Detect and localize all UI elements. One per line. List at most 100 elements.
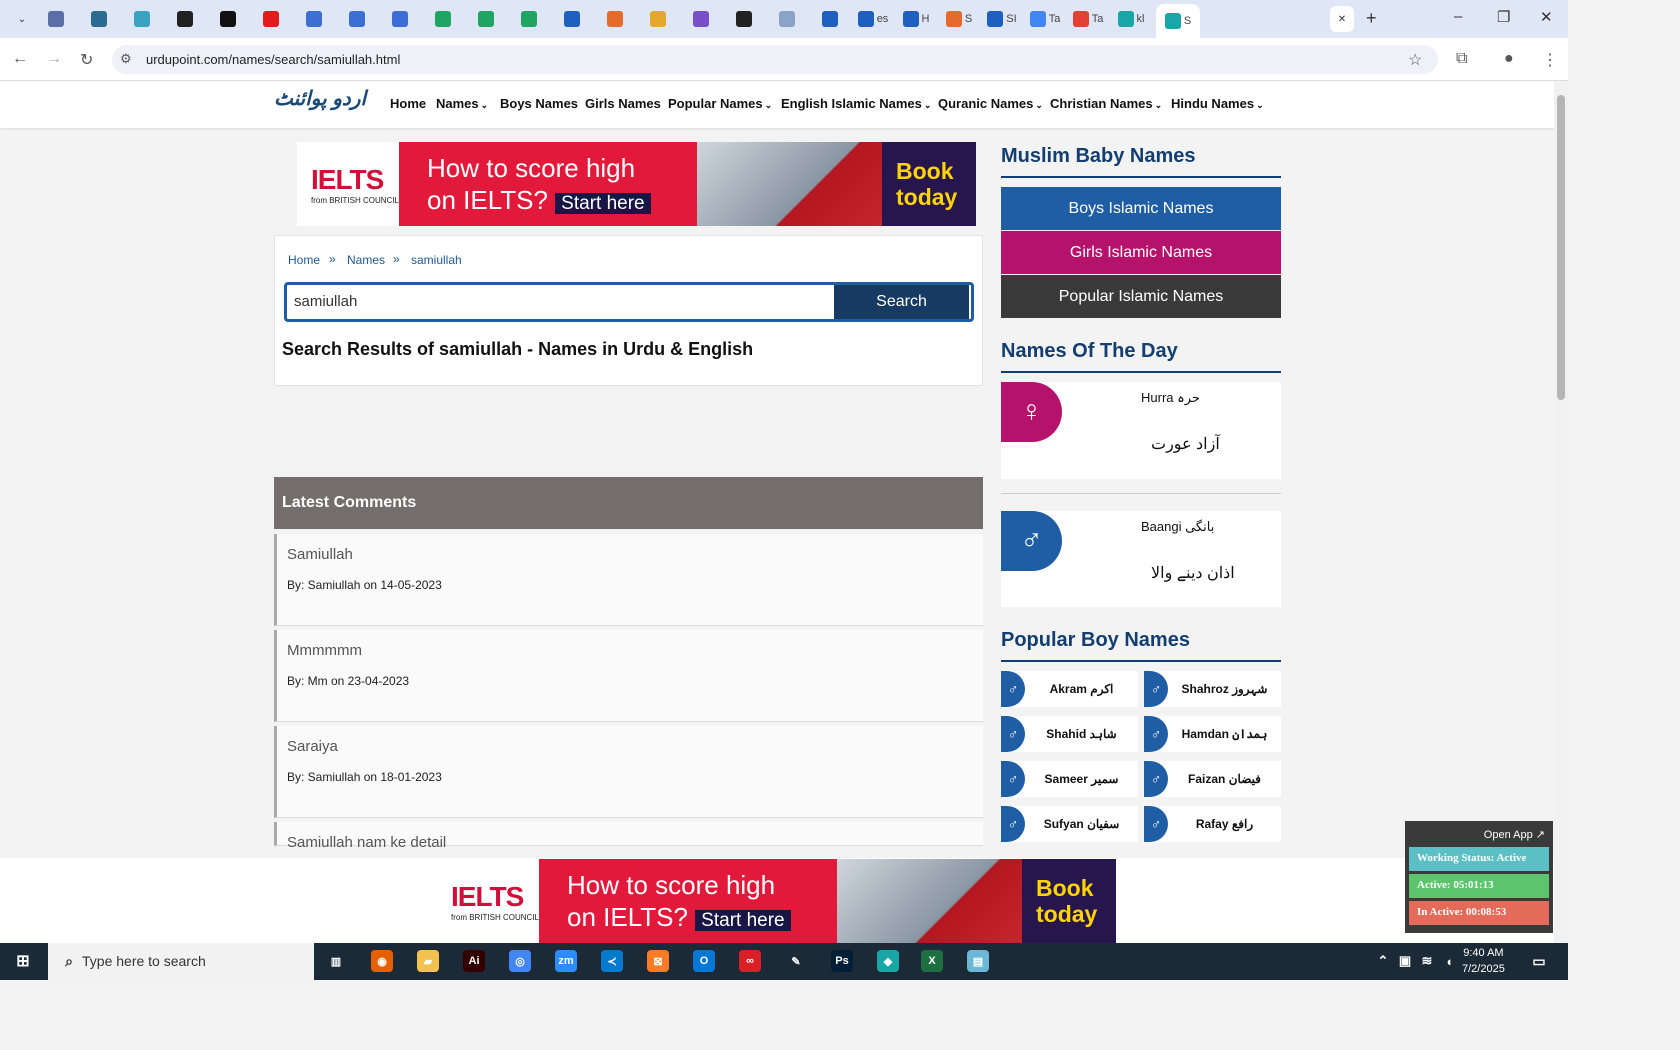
volume-icon[interactable]: ◖	[1438, 950, 1460, 972]
notepad-icon[interactable]: ▤	[967, 950, 989, 972]
profile-avatar[interactable]: ●	[1504, 50, 1514, 68]
nav-item[interactable]: Quranic Names ⌄	[938, 96, 1043, 111]
browser-tab[interactable]	[382, 6, 418, 32]
browser-tab[interactable]	[210, 6, 246, 32]
illustrator-icon[interactable]: Ai	[463, 950, 485, 972]
browser-tab[interactable]	[81, 6, 117, 32]
browser-tab[interactable]	[726, 6, 762, 32]
task-view-icon[interactable]: ▥	[325, 950, 347, 972]
scrollbar-thumb[interactable]	[1557, 95, 1565, 400]
popular-name-item[interactable]: ♂ Shahid شاہد	[1001, 716, 1138, 752]
nav-item[interactable]: Christian Names ⌄	[1050, 96, 1162, 111]
browser-tab[interactable]: S	[1156, 4, 1200, 38]
bookmark-star-icon[interactable]: ☆	[1408, 50, 1422, 70]
browser-tab[interactable]: Ta	[1027, 6, 1063, 32]
popular-name-item[interactable]: ♂ Hamdan ہمدان	[1144, 716, 1281, 752]
notification-icon[interactable]: ▭	[1528, 950, 1550, 972]
firefox-icon[interactable]: ◉	[371, 950, 393, 972]
browser-tab[interactable]	[468, 6, 504, 32]
reload-icon[interactable]: ↻	[80, 50, 93, 70]
nav-item[interactable]: Home	[390, 96, 426, 111]
sidebar-category-button[interactable]: Boys Islamic Names	[1001, 187, 1281, 230]
browser-tab[interactable]	[812, 6, 848, 32]
popular-name-item[interactable]: ♂ Rafay رافع	[1144, 806, 1281, 842]
forward-arrow-icon[interactable]: →	[46, 50, 62, 68]
pen-tool-icon[interactable]: ✎	[785, 950, 807, 972]
comment-item[interactable]: Samiullah nam ke detail	[274, 822, 983, 851]
comment-item[interactable]: Samiullah By: Samiullah on 14-05-2023	[274, 534, 983, 626]
breadcrumb-home[interactable]: Home	[288, 253, 320, 267]
search-input[interactable]	[294, 293, 814, 310]
close-window-button[interactable]: ✕	[1540, 8, 1553, 26]
comment-item[interactable]: Saraiya By: Samiullah on 18-01-2023	[274, 726, 983, 818]
zoom-icon[interactable]: zm	[555, 950, 577, 972]
search-button[interactable]: Search	[834, 285, 969, 319]
popular-name-item[interactable]: ♂ Sameer سمیر	[1001, 761, 1138, 797]
browser-tab[interactable]	[554, 6, 590, 32]
extensions-icon[interactable]: ⧉	[1456, 50, 1467, 68]
popular-name-item[interactable]: ♂ Akram اکرم	[1001, 671, 1138, 707]
popular-name-item[interactable]: ♂ Sufyan سفیان	[1001, 806, 1138, 842]
nav-item[interactable]: English Islamic Names ⌄	[781, 96, 931, 111]
taskbar-clock[interactable]: 9:40 AM 7/2/2025	[1462, 945, 1505, 977]
popular-name-item[interactable]: ♂ Shahroz شہروز	[1144, 671, 1281, 707]
browser-tab[interactable]	[511, 6, 547, 32]
url-text[interactable]: urdupoint.com/names/search/samiullah.htm…	[146, 52, 400, 67]
browser-tab[interactable]	[296, 6, 332, 32]
browser-tab[interactable]: S	[941, 6, 977, 32]
nav-item[interactable]: Boys Names	[500, 96, 578, 111]
comment-item[interactable]: Mmmmmm By: Mm on 23-04-2023	[274, 630, 983, 722]
nav-item[interactable]: Names ⌄	[436, 96, 488, 111]
name-of-day-card[interactable]: ♀ Hurra حرہ آزاد عورت	[1001, 382, 1281, 479]
browser-tab[interactable]	[769, 6, 805, 32]
browser-tab[interactable]	[597, 6, 633, 32]
excel-icon[interactable]: X	[921, 950, 943, 972]
browser-tab[interactable]	[124, 6, 160, 32]
browser-tab[interactable]	[38, 6, 74, 32]
popular-name-item[interactable]: ♂ Faizan فیضان	[1144, 761, 1281, 797]
wifi-icon[interactable]: ≋	[1416, 950, 1438, 972]
minimize-button[interactable]: –	[1454, 8, 1462, 25]
taskbar-search[interactable]: Type here to search	[48, 943, 314, 980]
site-info-icon[interactable]: ⚙	[120, 51, 132, 67]
nav-item[interactable]: Girls Names	[585, 96, 661, 111]
browser-tab[interactable]	[253, 6, 289, 32]
top-ad-banner[interactable]: IELTS from BRITISH COUNCIL How to score h…	[297, 142, 977, 226]
vscode-icon[interactable]: ≺	[601, 950, 623, 972]
app-icon[interactable]: ◆	[877, 950, 899, 972]
browser-tab[interactable]	[683, 6, 719, 32]
restore-button[interactable]: ❐	[1497, 8, 1510, 26]
sidebar-category-button[interactable]: Popular Islamic Names	[1001, 275, 1281, 318]
browser-tab[interactable]	[425, 6, 461, 32]
browser-tab[interactable]	[167, 6, 203, 32]
nav-item[interactable]: Popular Names ⌄	[668, 96, 772, 111]
browser-tab[interactable]: H	[898, 6, 934, 32]
chrome-icon[interactable]: ◎	[509, 950, 531, 972]
creative-cloud-icon[interactable]: ∞	[739, 950, 761, 972]
tab-search-button[interactable]: ⌄	[4, 6, 40, 32]
browser-tab[interactable]	[339, 6, 375, 32]
bottom-ad-banner[interactable]: IELTS from BRITISH COUNCIL How to score h…	[437, 859, 1117, 943]
network-icon[interactable]: ▣	[1394, 950, 1416, 972]
browser-tab[interactable]: es	[855, 6, 891, 32]
open-app-link[interactable]: Open App ↗	[1409, 825, 1549, 847]
breadcrumb-current[interactable]: samiullah	[411, 253, 462, 267]
photoshop-icon[interactable]: Ps	[831, 950, 853, 972]
new-tab-button[interactable]: +	[1366, 8, 1377, 29]
browser-tab[interactable]: Ta	[1070, 6, 1106, 32]
browser-tab[interactable]: SI	[984, 6, 1020, 32]
outlook-icon[interactable]: O	[693, 950, 715, 972]
file-explorer-icon[interactable]: ▰	[417, 950, 439, 972]
nav-item[interactable]: Hindu Names ⌄	[1171, 96, 1264, 111]
browser-menu-icon[interactable]: ⋮	[1542, 50, 1558, 70]
name-of-day-card[interactable]: ♂ Baangi بانگی اذان دینے والا	[1001, 511, 1281, 607]
windows-start-icon[interactable]: ⊞	[12, 950, 34, 972]
back-arrow-icon[interactable]: ←	[12, 50, 28, 68]
site-logo[interactable]: اردو پوائنٹ	[274, 86, 366, 111]
xampp-icon[interactable]: ⊠	[647, 950, 669, 972]
sidebar-category-button[interactable]: Girls Islamic Names	[1001, 231, 1281, 274]
browser-tab[interactable]: kl	[1113, 6, 1149, 32]
close-tab-icon[interactable]: ✕	[1330, 6, 1354, 32]
browser-tab[interactable]	[640, 6, 676, 32]
chevron-up-icon[interactable]: ⌃	[1372, 950, 1394, 972]
